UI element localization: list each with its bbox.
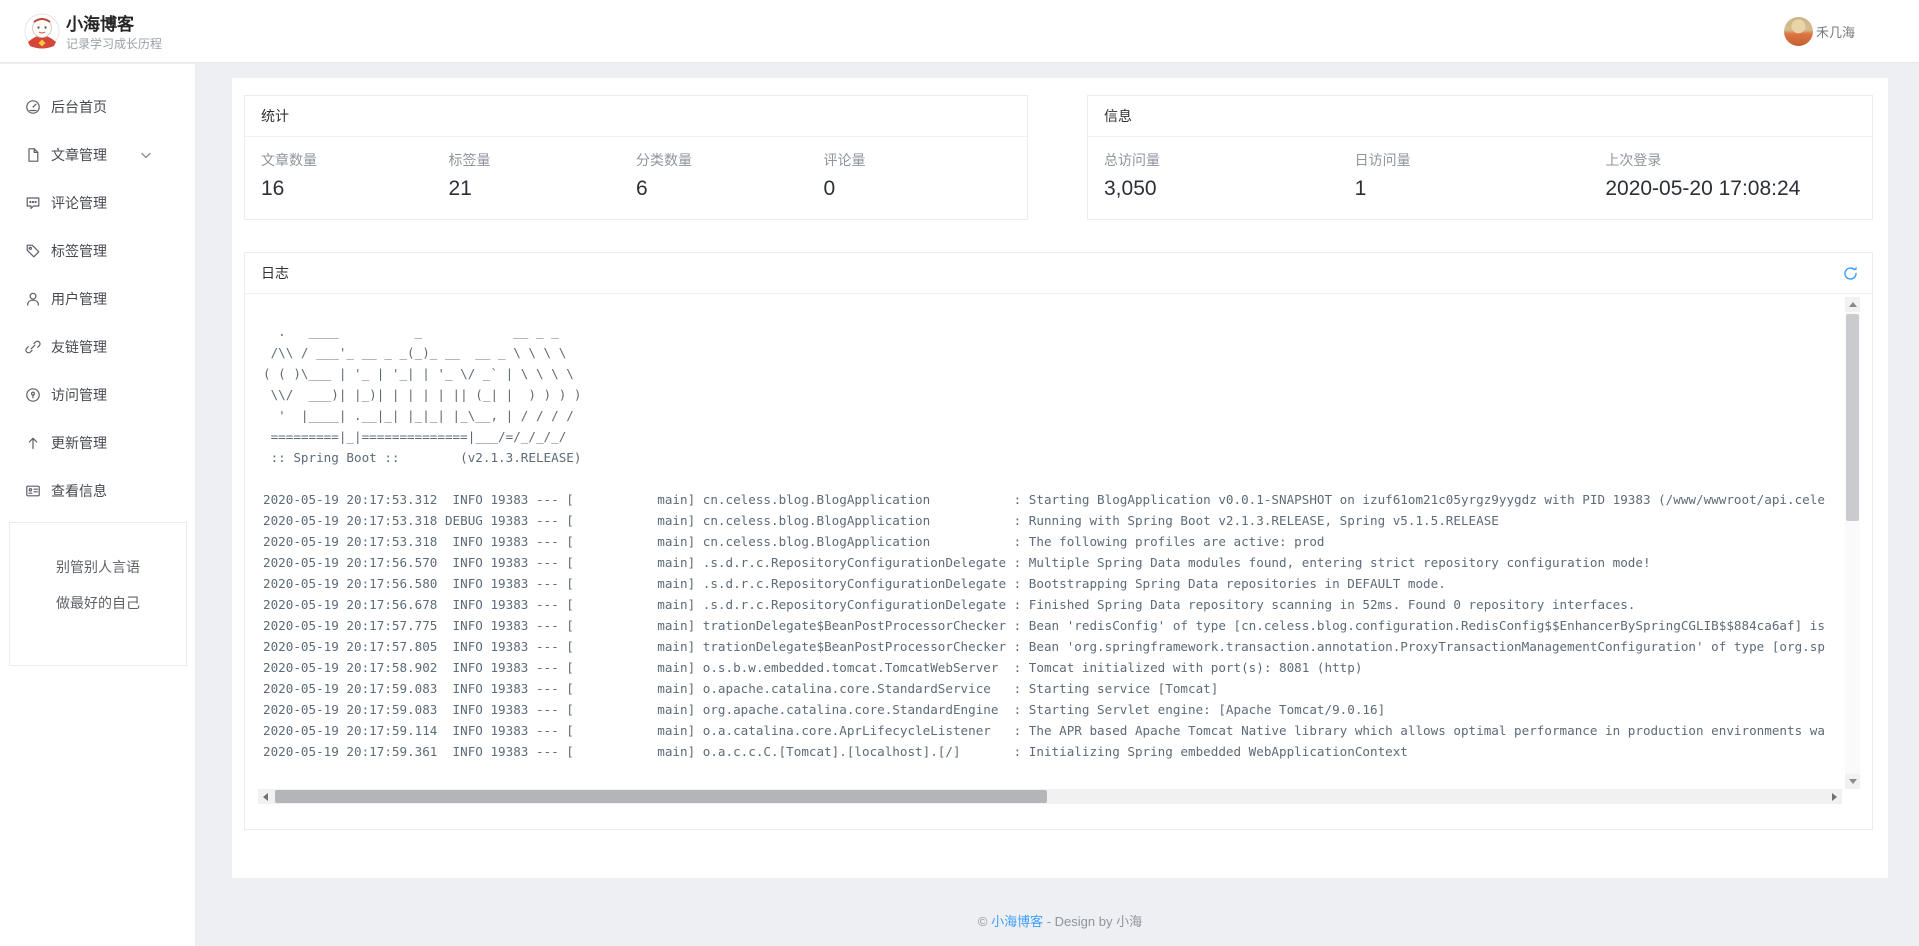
stat-label: 文章数量 — [261, 150, 449, 170]
stat-value: 2020-05-20 17:08:24 — [1605, 177, 1856, 201]
sidebar-item-dashboard[interactable]: 后台首页 — [0, 83, 195, 131]
sidebar-item-label: 用户管理 — [51, 289, 107, 309]
sidebar-item-label: 文章管理 — [51, 145, 107, 165]
chevron-down-icon[interactable] — [141, 152, 151, 159]
stat-tags: 标签量 21 — [449, 150, 637, 201]
user-avatar[interactable] — [1784, 17, 1813, 46]
vertical-scroll-thumb[interactable] — [1846, 314, 1859, 521]
copyright-symbol: © — [978, 914, 988, 929]
stat-label: 上次登录 — [1605, 150, 1856, 170]
log-output: . ____ _ __ _ _ /\\ / ___'_ __ _ _(_)_ _… — [245, 294, 1844, 762]
stats-card: 统计 文章数量 16 标签量 21 分类数量 6 评论量 0 — [244, 95, 1028, 220]
stat-value: 16 — [261, 177, 449, 201]
footer-suffix: - Design by — [1043, 914, 1116, 929]
sidebar-item-users[interactable]: 用户管理 — [0, 275, 195, 323]
stat-categories: 分类数量 6 — [636, 150, 824, 201]
site-logo — [24, 13, 60, 49]
stat-label: 总访问量 — [1104, 150, 1355, 170]
scroll-left-button[interactable] — [258, 789, 273, 804]
article-icon — [25, 147, 41, 163]
visit-icon — [25, 387, 41, 403]
stat-last-login: 上次登录 2020-05-20 17:08:24 — [1605, 150, 1856, 201]
scroll-up-button[interactable] — [1845, 297, 1860, 312]
stat-value: 6 — [636, 177, 824, 201]
sidebar-item-visits[interactable]: 访问管理 — [0, 371, 195, 419]
main-content: 统计 文章数量 16 标签量 21 分类数量 6 评论量 0 信息 总访 — [232, 78, 1888, 878]
sidebar-item-label: 更新管理 — [51, 433, 107, 453]
sidebar-item-label: 查看信息 — [51, 481, 107, 501]
stat-value: 0 — [824, 177, 1012, 201]
dashboard-icon — [25, 99, 41, 115]
motto-line-2: 做最好的自己 — [10, 585, 186, 621]
sidebar-item-label: 标签管理 — [51, 241, 107, 261]
stats-card-title: 统计 — [245, 96, 1027, 137]
stat-daily-visits: 日访问量 1 — [1355, 150, 1606, 201]
site-subtitle: 记录学习成长历程 — [66, 35, 162, 52]
stat-label: 评论量 — [824, 150, 1012, 170]
comment-icon — [25, 195, 41, 211]
arrow-up-icon — [25, 435, 41, 451]
stat-value: 1 — [1355, 177, 1606, 201]
stat-value: 3,050 — [1104, 177, 1355, 201]
sidebar-item-articles[interactable]: 文章管理 — [0, 131, 195, 179]
log-vertical-scrollbar[interactable] — [1845, 297, 1860, 789]
stat-label: 标签量 — [449, 150, 637, 170]
stat-total-visits: 总访问量 3,050 — [1104, 150, 1355, 201]
id-card-icon — [25, 483, 41, 499]
user-menu[interactable]: 禾几海 — [1784, 0, 1919, 63]
refresh-icon[interactable] — [1842, 265, 1859, 282]
sidebar-item-tags[interactable]: 标签管理 — [0, 227, 195, 275]
log-card: 日志 . ____ _ __ _ _ /\\ / ___'_ __ _ _(_)… — [244, 252, 1873, 830]
sidebar-item-updates[interactable]: 更新管理 — [0, 419, 195, 467]
scroll-right-button[interactable] — [1827, 789, 1842, 804]
stat-comments: 评论量 0 — [824, 150, 1012, 201]
scroll-down-button[interactable] — [1845, 774, 1860, 789]
sidebar-item-info[interactable]: 查看信息 — [0, 467, 195, 515]
stat-label: 分类数量 — [636, 150, 824, 170]
user-icon — [25, 291, 41, 307]
horizontal-scroll-thumb[interactable] — [275, 790, 1047, 803]
app-header: 小海博客 记录学习成长历程 禾几海 — [0, 0, 1919, 63]
log-viewport[interactable]: . ____ _ __ _ _ /\\ / ___'_ __ _ _(_)_ _… — [245, 294, 1844, 789]
stat-value: 21 — [449, 177, 637, 201]
motto-line-1: 别管别人言语 — [10, 549, 186, 585]
log-horizontal-scrollbar[interactable] — [258, 789, 1842, 804]
sidebar-item-friend-links[interactable]: 友链管理 — [0, 323, 195, 371]
sidebar-item-label: 评论管理 — [51, 193, 107, 213]
sidebar-item-label: 访问管理 — [51, 385, 107, 405]
stat-articles: 文章数量 16 — [261, 150, 449, 201]
footer-site-link[interactable]: 小海博客 — [991, 914, 1043, 929]
info-card-title: 信息 — [1088, 96, 1872, 137]
sidebar-nav: 后台首页 文章管理 评论管理 标签管理 用户管理 友链管理 — [0, 64, 196, 946]
site-title: 小海博客 — [66, 10, 134, 35]
log-card-title: 日志 — [261, 263, 289, 283]
sidebar-item-comments[interactable]: 评论管理 — [0, 179, 195, 227]
motto-box: 别管别人言语 做最好的自己 — [9, 522, 187, 666]
tag-icon — [25, 243, 41, 259]
stat-label: 日访问量 — [1355, 150, 1606, 170]
info-card: 信息 总访问量 3,050 日访问量 1 上次登录 2020-05-20 17:… — [1087, 95, 1873, 220]
sidebar-item-label: 后台首页 — [51, 97, 107, 117]
user-name: 禾几海 — [1816, 22, 1855, 41]
link-icon — [25, 339, 41, 355]
sidebar-item-label: 友链管理 — [51, 337, 107, 357]
footer-author: 小海 — [1116, 914, 1142, 929]
page-footer: © 小海博客 - Design by 小海 — [232, 911, 1888, 930]
